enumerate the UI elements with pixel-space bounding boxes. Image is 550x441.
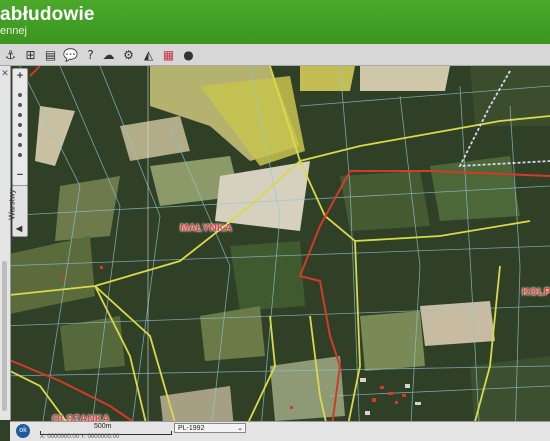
chevron-down-icon: ⌄ — [237, 425, 243, 432]
zoom-level-dot[interactable] — [18, 133, 22, 137]
settings-icon[interactable]: ⚙ — [120, 46, 137, 63]
zoom-out-button[interactable]: − — [13, 169, 27, 181]
measure-icon[interactable]: ◭ — [140, 46, 157, 63]
panel-scrollbar[interactable] — [2, 261, 7, 411]
place-label-malynka: MAŁYNKA — [180, 223, 233, 234]
layers-tab[interactable]: Warstwy ◀ — [8, 185, 28, 237]
field-parcel — [420, 301, 495, 346]
app-subtitle: ennej — [0, 25, 27, 37]
scale-label: 500m — [94, 423, 112, 430]
toolbar: ⚓ ⊞ ▤ 💬 ? ☁ ⚙ ◭ ▦ ● — [0, 44, 550, 66]
layout-icon[interactable]: ▤ — [42, 46, 59, 63]
cloud-icon[interactable]: ☁ — [100, 46, 117, 63]
coordinates-readout: X: 0000000.00 Y: 0000000.00 — [40, 434, 120, 440]
status-bar: ok 500m PL-1992 ⌄ X: 0000000.00 Y: 00000… — [10, 421, 550, 441]
map-view[interactable]: MAŁYNKA KOLP OLSZANKA — [0, 66, 550, 440]
info-icon[interactable]: ● — [180, 46, 197, 63]
ok-button[interactable]: ok — [16, 424, 30, 438]
place-label-kolp: KOLP — [522, 287, 550, 298]
forest-patch — [340, 171, 430, 231]
side-panel[interactable]: ✕ — [0, 66, 11, 420]
field-parcel — [300, 66, 355, 91]
print-layout-icon[interactable]: ⊞ — [22, 46, 39, 63]
palette-icon[interactable]: ▦ — [160, 46, 177, 63]
satellite-map[interactable] — [0, 66, 550, 440]
chevron-left-icon: ◀ — [16, 224, 23, 233]
anchor-icon[interactable]: ⚓ — [2, 46, 19, 63]
zoom-level-dot[interactable] — [18, 93, 22, 97]
field-parcel — [360, 66, 450, 91]
zoom-level-dot[interactable] — [18, 143, 22, 147]
zoom-level-dot[interactable] — [18, 123, 22, 127]
zoom-control[interactable]: + − — [12, 68, 28, 186]
field-parcel — [360, 311, 425, 371]
zoom-in-button[interactable]: + — [13, 70, 27, 82]
projection-value: PL-1992 — [178, 425, 205, 432]
zoom-level-dot[interactable] — [18, 153, 22, 157]
app-header: abłudowie ennej — [0, 0, 550, 44]
projection-select[interactable]: PL-1992 ⌄ — [174, 423, 246, 433]
help-icon[interactable]: ? — [82, 46, 99, 63]
field-parcel — [55, 176, 120, 241]
speech-bubble-icon[interactable]: 💬 — [62, 46, 79, 63]
forest-patch — [230, 241, 305, 311]
zoom-level-dot[interactable] — [18, 113, 22, 117]
zoom-level-dot[interactable] — [18, 103, 22, 107]
app-title: abłudowie — [0, 4, 95, 25]
layers-tab-label: Warstwy — [7, 189, 17, 220]
close-icon[interactable]: ✕ — [0, 68, 10, 78]
